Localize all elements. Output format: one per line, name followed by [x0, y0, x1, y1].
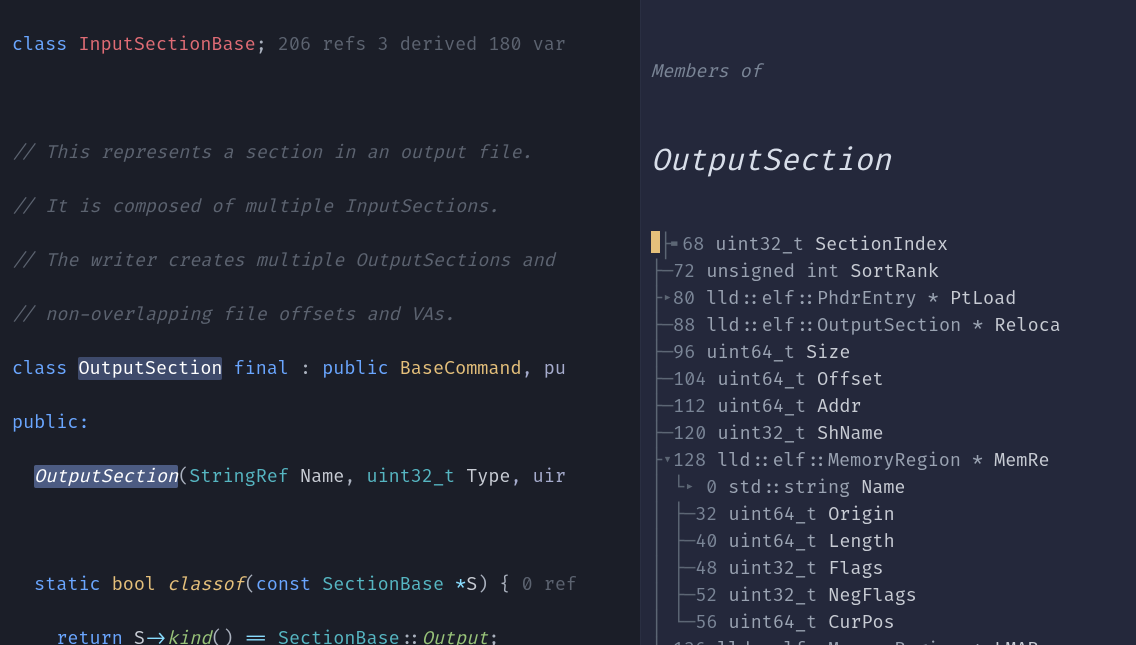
member-row[interactable]: ├─72 unsigned int SortRank [651, 258, 1136, 285]
tree-icon: ├▾ [651, 449, 673, 472]
tree-icon: ├▾ [651, 638, 673, 645]
member-row[interactable]: │ ├─40 uint64_t Length [651, 528, 1136, 555]
member-row[interactable]: │ └▸ 0 std::string Name [651, 474, 1136, 501]
code-line[interactable]: // The writer creates multiple OutputSec… [12, 247, 640, 274]
root: class InputSectionBase; 206 refs 3 deriv… [0, 0, 1136, 645]
member-offset: 72 [673, 260, 706, 283]
member-type: std::string [728, 476, 861, 499]
member-offset: 48 [695, 557, 728, 580]
member-name: Length [828, 530, 894, 553]
tree-icon: ├╸ [660, 233, 682, 256]
selected-symbol[interactable]: OutputSection [78, 357, 222, 380]
member-row[interactable]: │ ├─48 uint32_t Flags [651, 555, 1136, 582]
member-type: uint32_t [729, 584, 829, 607]
member-name: Size [806, 341, 850, 364]
member-name: CurPos [828, 611, 894, 634]
member-name: PtLoad [950, 287, 1016, 310]
member-type: lld::elf::OutputSection * [706, 314, 994, 337]
tree-icon: │ ├─ [651, 503, 695, 526]
member-row[interactable]: ├╸68 uint32_t SectionIndex [651, 231, 1136, 258]
tree-icon: │ ├─ [651, 530, 695, 553]
tree-icon: ├─ [651, 341, 673, 364]
tree-icon: │ └─ [651, 611, 695, 634]
member-name: ShName [817, 422, 883, 445]
member-offset: 68 [682, 233, 715, 256]
code-line[interactable]: static bool classof(const SectionBase *S… [12, 571, 640, 598]
member-row[interactable]: │ ├─52 uint32_t NegFlags [651, 582, 1136, 609]
tree-icon: ├─ [651, 368, 673, 391]
tree-icon: ├▸ [651, 287, 673, 310]
code-line[interactable]: return S->kind() == SectionBase::Output; [12, 625, 640, 645]
member-name: MemRe [994, 449, 1049, 472]
member-row[interactable]: ├─120 uint32_t ShName [651, 420, 1136, 447]
member-type: uint32_t [729, 557, 829, 580]
member-type: uint64_t [729, 530, 829, 553]
member-name: Name [861, 476, 905, 499]
cursor-icon [651, 231, 660, 253]
member-row[interactable]: ├─88 lld::elf::OutputSection * Reloca [651, 312, 1136, 339]
member-type: lld::elf::MemoryRegion * [717, 638, 994, 645]
member-name: Origin [828, 503, 894, 526]
members-tree[interactable]: ├╸68 uint32_t SectionIndex├─72 unsigned … [651, 231, 1136, 645]
member-offset: 120 [673, 422, 717, 445]
panel-header: Members of [651, 58, 1136, 85]
member-name: LMARe [994, 638, 1049, 645]
member-type: uint64_t [729, 611, 829, 634]
member-row[interactable]: ├▾136 lld::elf::MemoryRegion * LMARe [651, 636, 1136, 645]
code-line[interactable]: class InputSectionBase; 206 refs 3 deriv… [12, 31, 640, 58]
member-offset: 136 [673, 638, 717, 645]
code-editor[interactable]: class InputSectionBase; 206 refs 3 deriv… [0, 0, 640, 645]
member-name: Offset [817, 368, 883, 391]
member-row[interactable]: │ └─56 uint64_t CurPos [651, 609, 1136, 636]
member-row[interactable]: ├▾128 lld::elf::MemoryRegion * MemRe [651, 447, 1136, 474]
member-type: uint64_t [729, 503, 829, 526]
member-name: Addr [817, 395, 861, 418]
member-type: uint64_t [706, 341, 806, 364]
member-offset: 40 [695, 530, 728, 553]
member-name: SectionIndex [815, 233, 948, 256]
tree-icon: ├─ [651, 422, 673, 445]
code-line[interactable]: // This represents a section in an outpu… [12, 139, 640, 166]
code-line[interactable]: OutputSection(StringRef Name, uint32_t T… [12, 463, 640, 490]
code-line[interactable]: public: [12, 409, 640, 436]
tree-icon: │ ├─ [651, 584, 695, 607]
member-type: uint32_t [717, 422, 817, 445]
member-row[interactable]: ├─112 uint64_t Addr [651, 393, 1136, 420]
member-offset: 104 [673, 368, 717, 391]
member-type: lld::elf::PhdrEntry * [706, 287, 950, 310]
member-type: uint64_t [717, 368, 817, 391]
member-row[interactable]: ├─104 uint64_t Offset [651, 366, 1136, 393]
code-line[interactable]: // non-overlapping file offsets and VAs. [12, 301, 640, 328]
member-name: SortRank [850, 260, 939, 283]
member-offset: 88 [673, 314, 706, 337]
member-offset: 128 [673, 449, 717, 472]
code-line[interactable]: class OutputSection final : public BaseC… [12, 355, 640, 382]
member-row[interactable]: ├▸80 lld::elf::PhdrEntry * PtLoad [651, 285, 1136, 312]
member-type: uint64_t [717, 395, 817, 418]
tree-icon: │ ├─ [651, 557, 695, 580]
member-type: unsigned int [706, 260, 850, 283]
member-offset: 112 [673, 395, 717, 418]
member-name: Flags [828, 557, 883, 580]
member-offset: 96 [673, 341, 706, 364]
member-offset: 32 [695, 503, 728, 526]
member-type: uint32_t [715, 233, 815, 256]
member-name: Reloca [994, 314, 1060, 337]
tree-icon: ├─ [651, 395, 673, 418]
tree-icon: ├─ [651, 314, 673, 337]
member-offset: 80 [673, 287, 706, 310]
member-type: lld::elf::MemoryRegion * [717, 449, 994, 472]
member-offset: 52 [695, 584, 728, 607]
member-row[interactable]: ├─96 uint64_t Size [651, 339, 1136, 366]
code-line[interactable]: // It is composed of multiple InputSecti… [12, 193, 640, 220]
tree-icon: │ └▸ [651, 476, 695, 499]
member-offset: 0 [695, 476, 728, 499]
member-name: NegFlags [828, 584, 917, 607]
panel-title: OutputSection [651, 139, 1136, 177]
member-offset: 56 [695, 611, 728, 634]
constructor[interactable]: OutputSection [34, 465, 178, 488]
member-row[interactable]: │ ├─32 uint64_t Origin [651, 501, 1136, 528]
members-panel: Members of OutputSection ├╸68 uint32_t S… [640, 0, 1136, 645]
tree-icon: ├─ [651, 260, 673, 283]
